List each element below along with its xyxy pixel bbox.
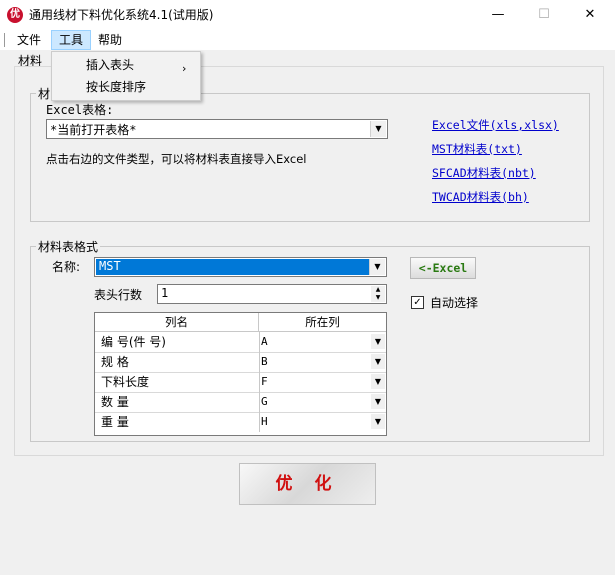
format-name-combo[interactable]: MST ▼ <box>94 257 387 277</box>
link-excel-file[interactable]: Excel文件(xls,xlsx) <box>432 117 559 133</box>
menu-bar: 文件 工具 帮助 <box>0 30 615 51</box>
excel-combo-value: *当前打开表格* <box>50 123 137 137</box>
row-column-value: A <box>261 335 268 348</box>
menu-item-insert-header-label: 插入表头 <box>86 58 135 72</box>
row-column-value: F <box>261 375 268 388</box>
tools-dropdown-menu: 插入表头 › 按长度排序 <box>51 51 201 101</box>
import-group-title: 材 <box>36 85 53 102</box>
column-mapping-grid: 列名 所在列 编 号(件 号) A ▼ 规 格 B ▼ 下料长度 F ▼ 数 量 G ▼… <box>94 312 387 436</box>
menu-file[interactable]: 文件 <box>10 31 48 49</box>
menu-item-insert-header[interactable]: 插入表头 › <box>52 54 200 76</box>
to-excel-button[interactable]: <-Excel <box>410 257 476 279</box>
format-group-title: 材料表格式 <box>36 238 101 255</box>
import-hint: 点击右边的文件类型，可以将材料表直接导入Excel <box>46 152 307 166</box>
chevron-down-icon[interactable]: ▼ <box>369 259 385 275</box>
table-row: 规 格 B ▼ <box>95 352 386 373</box>
table-row: 下料长度 F ▼ <box>95 372 386 393</box>
menu-help[interactable]: 帮助 <box>91 31 129 49</box>
row-name: 编 号(件 号) <box>95 332 260 352</box>
window-title: 通用线材下料优化系统4.1(试用版) <box>29 8 214 22</box>
auto-select-label: 自动选择 <box>430 296 479 310</box>
row-column-select[interactable]: A ▼ <box>258 332 386 352</box>
table-row: 编 号(件 号) A ▼ <box>95 332 386 353</box>
chevron-down-icon[interactable]: ▼ <box>371 354 385 369</box>
link-twcad[interactable]: TWCAD材料表(bh) <box>432 189 529 205</box>
menu-grip <box>4 33 5 47</box>
row-column-value: G <box>261 395 268 408</box>
title-bar[interactable]: 优 通用线材下料优化系统4.1(试用版) — ☐ ✕ <box>0 0 615 30</box>
selection-highlight <box>96 259 369 275</box>
table-row: 数 量 G ▼ <box>95 392 386 413</box>
row-column-select[interactable]: H ▼ <box>258 412 386 432</box>
maximize-button[interactable]: ☐ <box>521 0 567 30</box>
row-column-value: B <box>261 355 268 368</box>
grid-header-name: 列名 <box>95 313 259 332</box>
chevron-down-icon[interactable]: ▼ <box>371 374 385 389</box>
name-label: 名称: <box>52 260 81 274</box>
row-name: 规 格 <box>95 352 260 372</box>
chevron-down-icon[interactable]: ▼ <box>371 414 385 429</box>
table-row: 重 量 H ▼ <box>95 412 386 432</box>
spin-up-icon[interactable]: ▲ <box>371 286 385 294</box>
header-rows-spinner[interactable]: 1 ▲ ▼ <box>157 284 387 304</box>
format-name-value: MST <box>99 259 121 273</box>
excel-combo[interactable]: *当前打开表格* ▼ <box>46 119 388 139</box>
row-column-select[interactable]: G ▼ <box>258 392 386 412</box>
menu-item-sort-by-length[interactable]: 按长度排序 <box>52 76 200 98</box>
spin-down-icon[interactable]: ▼ <box>371 294 385 302</box>
menu-item-sort-by-length-label: 按长度排序 <box>86 80 147 94</box>
app-icon: 优 <box>7 7 23 23</box>
row-name: 重 量 <box>95 412 260 432</box>
optimize-button[interactable]: 优 化 <box>239 463 376 505</box>
link-mst[interactable]: MST材料表(txt) <box>432 141 522 157</box>
menu-tools[interactable]: 工具 <box>51 30 92 50</box>
auto-select-checkbox[interactable]: ✓ <box>411 296 424 309</box>
chevron-down-icon[interactable]: ▼ <box>370 121 386 137</box>
minimize-button[interactable]: — <box>475 0 521 30</box>
row-column-value: H <box>261 415 268 428</box>
chevron-down-icon[interactable]: ▼ <box>371 394 385 409</box>
row-column-select[interactable]: F ▼ <box>258 372 386 392</box>
header-rows-value: 1 <box>161 286 169 300</box>
link-sfcad[interactable]: SFCAD材料表(nbt) <box>432 165 536 181</box>
excel-label: Excel表格: <box>46 103 114 117</box>
chevron-down-icon[interactable]: ▼ <box>371 334 385 349</box>
header-rows-label: 表头行数 <box>94 288 143 302</box>
row-column-select[interactable]: B ▼ <box>258 352 386 372</box>
close-button[interactable]: ✕ <box>567 0 613 30</box>
row-name: 数 量 <box>95 392 260 412</box>
row-name: 下料长度 <box>95 372 260 392</box>
grid-header-column: 所在列 <box>259 313 386 332</box>
